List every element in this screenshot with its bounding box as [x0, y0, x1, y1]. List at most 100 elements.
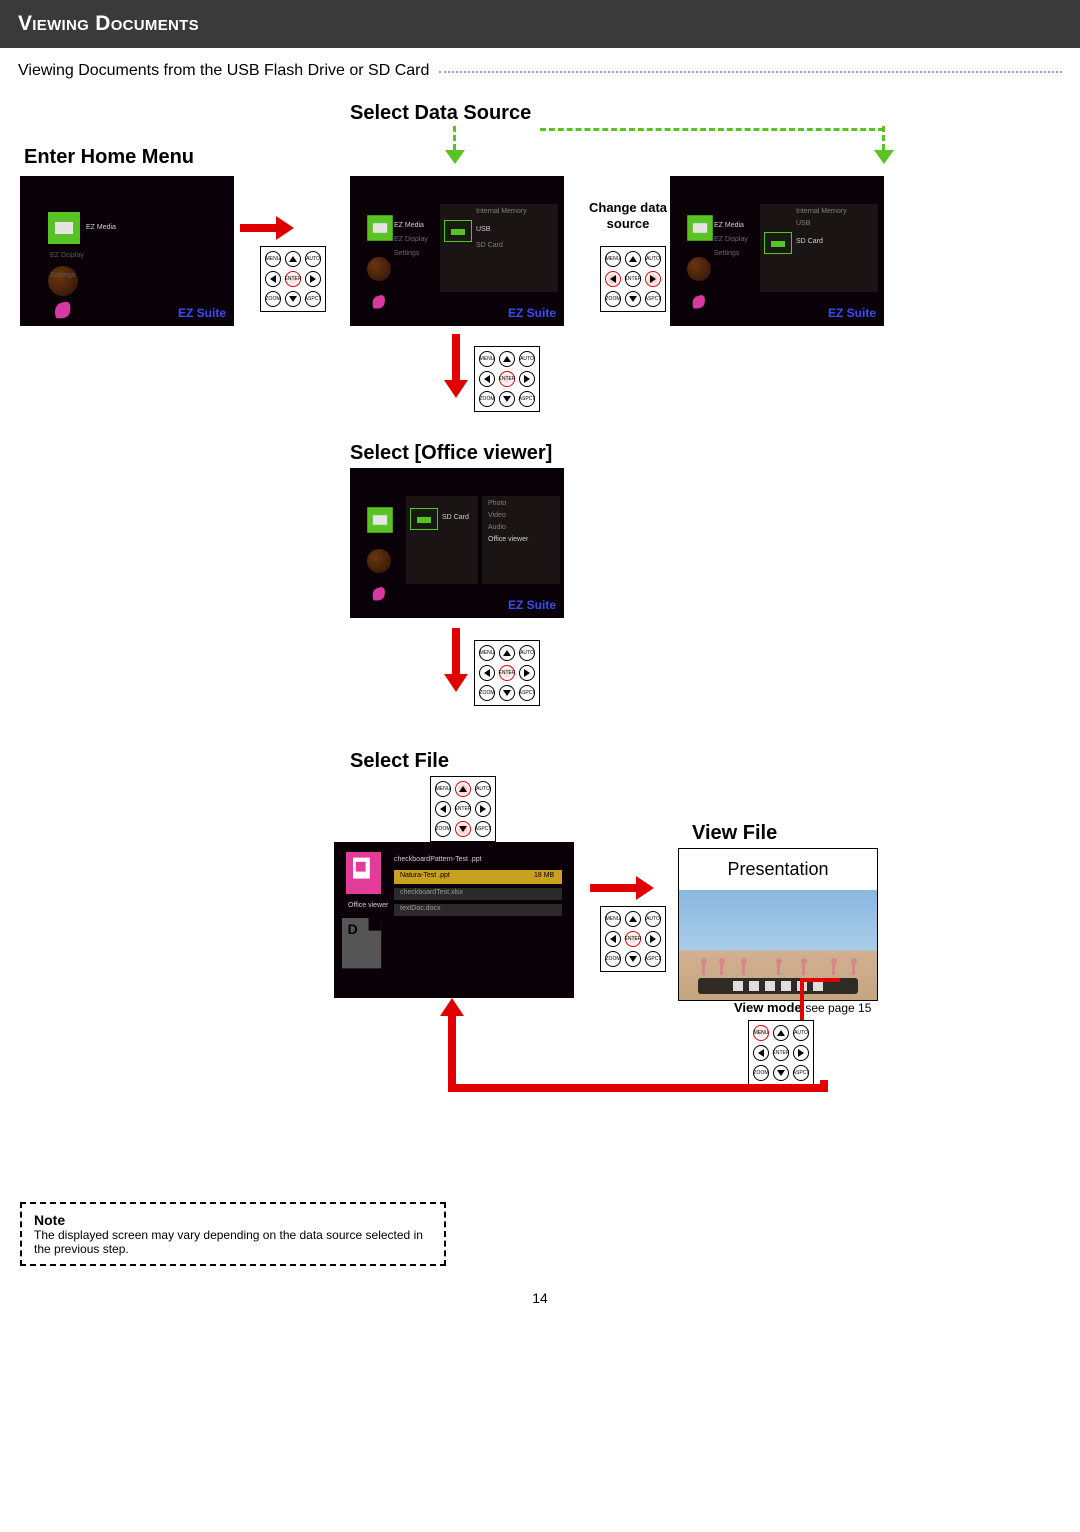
s2-sd: SD Card — [476, 242, 503, 249]
s3-pink — [687, 289, 711, 313]
file-header: checkboardPattern-Test .ppt — [394, 856, 482, 863]
file-label: Office viewer — [348, 902, 388, 909]
red-return-h — [448, 1084, 828, 1092]
remote-enter: ENTER — [285, 271, 301, 287]
s3-tile-green — [687, 215, 713, 241]
green-arrow-right — [874, 126, 894, 164]
ezsuite-brand: EZ Suite — [178, 306, 226, 320]
subtitle-row: Viewing Documents from the USB Flash Dri… — [0, 48, 1080, 82]
s3-sd: SD Card — [796, 238, 823, 245]
rlr-zoom: ZOOM — [605, 291, 621, 307]
arrow-home-to-source — [240, 216, 294, 240]
s4-audio: Audio — [488, 524, 506, 531]
rmh-menu: MENU — [753, 1025, 769, 1041]
menu-settings: Settings — [50, 272, 75, 279]
rud-up — [455, 781, 471, 797]
s3-brown — [687, 257, 711, 281]
s4-brown — [367, 549, 391, 573]
green-dash-horizontal — [540, 128, 884, 131]
label-select-data-source: Select Data Source — [350, 102, 531, 125]
s2-usb: USB — [476, 226, 490, 233]
s2-ez-media: EZ Media — [394, 222, 424, 229]
arrow-to-file — [444, 628, 468, 692]
s3-ez-media: EZ Media — [714, 222, 744, 229]
s4-video: Video — [488, 512, 506, 519]
label-enter-home: Enter Home Menu — [24, 146, 194, 169]
s3-settings: Settings — [714, 250, 739, 257]
rlr-up — [625, 251, 641, 267]
label-select-file: Select File — [350, 750, 449, 773]
note-body: The displayed screen may vary depending … — [34, 1228, 432, 1256]
remote-aspect: ASPCT — [305, 291, 321, 307]
s2-ez-display: EZ Display — [394, 236, 428, 243]
screen-office-viewer: SD Card Photo Video Audio Office viewer … — [350, 468, 564, 618]
label-change-data-source: Change data source — [588, 200, 668, 231]
rlr-menu: MENU — [605, 251, 621, 267]
red-connector-h — [800, 978, 840, 982]
red-return-head — [440, 998, 464, 1016]
s2-brown — [367, 257, 391, 281]
dotted-rule — [439, 71, 1062, 73]
label-view-file: View File — [692, 822, 777, 845]
s2-tile-green — [367, 215, 393, 241]
tile-pink-icon — [48, 294, 78, 324]
s4-brand: EZ Suite — [508, 598, 556, 612]
office-viewer-icon — [346, 852, 381, 894]
s2-pink — [367, 289, 391, 313]
s4-office: Office viewer — [488, 536, 528, 543]
re3-enter: ENTER — [499, 665, 515, 681]
remote-up — [285, 251, 301, 267]
s3-usb: USB — [796, 220, 810, 227]
view-mode-ref: see page 15 — [805, 1001, 871, 1015]
menu-ez-media: EZ Media — [86, 224, 116, 231]
file-row3-name: textDoc.docx — [400, 905, 440, 912]
note-title: Note — [34, 1212, 432, 1228]
diagram-canvas: Enter Home Menu Select Data Source Chang… — [0, 82, 1080, 1432]
s4-sd: SD Card — [442, 514, 469, 521]
s3-sd-icon — [764, 232, 792, 254]
s4-photo: Photo — [488, 500, 506, 507]
s2-internal: Internal Memory — [476, 208, 527, 215]
presentation-image — [679, 890, 877, 1000]
rlr-down — [625, 291, 641, 307]
green-arrow-left — [445, 126, 465, 164]
subtitle-text: Viewing Documents from the USB Flash Dri… — [18, 62, 429, 80]
rlr-enter: ENTER — [625, 271, 641, 287]
remote-menu-highlight: MENU AUTO ENTER ZOOM ASPCT — [748, 1020, 814, 1086]
rlr-auto: AUTO — [645, 251, 661, 267]
remote-auto: AUTO — [305, 251, 321, 267]
file-row2-name: checkboardTest.xlsx — [400, 889, 463, 896]
label-select-office-viewer: Select [Office viewer] — [350, 442, 552, 465]
s4-tile-green — [367, 507, 393, 533]
remote-updown: MENU AUTO ENTER ZOOM ASPCT — [430, 776, 496, 842]
re4-enter: ENTER — [625, 931, 641, 947]
arrow-to-office — [444, 334, 468, 398]
presentation-title: Presentation — [679, 849, 877, 890]
rlr-right — [645, 271, 661, 287]
s2-usb-icon — [444, 220, 472, 242]
red-return-v — [448, 1012, 456, 1092]
red-connector-v — [800, 982, 804, 1020]
presentation-box: Presentation — [678, 848, 878, 1001]
rlr-aspect: ASPCT — [645, 291, 661, 307]
remote-down — [285, 291, 301, 307]
remote-enter-4: MENU AUTO ENTER ZOOM ASPCT — [600, 906, 666, 972]
remote-right — [305, 271, 321, 287]
remote-left — [265, 271, 281, 287]
rud-down — [455, 821, 471, 837]
doc-placeholder-icon — [342, 918, 381, 968]
arrow-to-view — [590, 876, 654, 900]
page-number: 14 — [532, 1290, 548, 1306]
re2-enter: ENTER — [499, 371, 515, 387]
note-box: Note The displayed screen may vary depen… — [20, 1202, 446, 1266]
screen-source-sd: EZ Media EZ Display Settings Internal Me… — [670, 176, 884, 326]
rlr-left — [605, 271, 621, 287]
remote-lr: MENU AUTO ENTER ZOOM ASPCT — [600, 246, 666, 312]
s3-brand: EZ Suite — [828, 306, 876, 320]
remote-enter-2: MENU AUTO ENTER ZOOM ASPCT — [474, 346, 540, 412]
tile-ez-media-icon — [48, 212, 80, 244]
screen-source-usb: EZ Media EZ Display Settings Internal Me… — [350, 176, 564, 326]
file-row1-name: Natura-Test .ppt — [400, 872, 450, 879]
section-header: Viewing Documents — [0, 0, 1080, 48]
s4-sd-icon — [410, 508, 438, 530]
